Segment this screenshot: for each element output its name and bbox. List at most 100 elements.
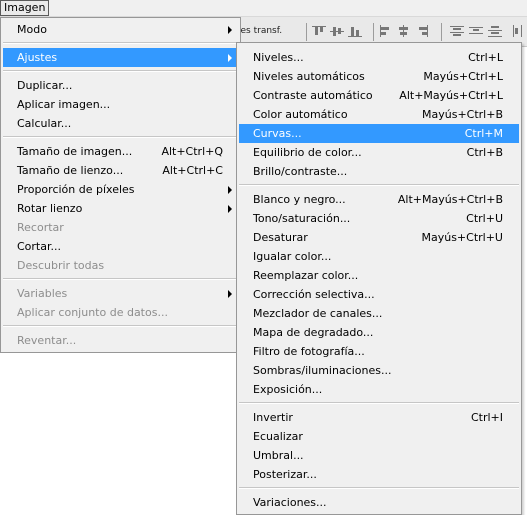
menu-item-label: Recortar	[17, 221, 64, 234]
menu-item-label: Ajustes	[17, 51, 58, 64]
align-horizontal-center-icon[interactable]	[397, 25, 411, 37]
menu-separator	[239, 184, 519, 186]
menu-item-filtro-de-fotografia[interactable]: Filtro de fotografía...	[239, 342, 519, 361]
menu-item-label: Desaturar	[253, 231, 308, 244]
align-bottom-icon[interactable]	[348, 25, 362, 37]
menu-item-ajustes[interactable]: Ajustes	[3, 48, 238, 67]
menu-item-shortcut: Ctrl+B	[466, 146, 503, 159]
distribute-left-icon[interactable]	[512, 25, 526, 37]
toolbar-separator	[373, 23, 374, 41]
distribute-top-icon[interactable]	[450, 25, 464, 37]
menu-item-label: Posterizar...	[253, 468, 317, 481]
submenu-arrow-icon	[228, 54, 232, 62]
menu-item-contraste-automatico[interactable]: Contraste automático Alt+Mayús+Ctrl+L	[239, 86, 519, 105]
menu-item-curvas[interactable]: Curvas... Ctrl+M	[239, 124, 519, 143]
menu-item-label: Aplicar conjunto de datos...	[17, 306, 168, 319]
menu-separator	[3, 42, 238, 44]
menu-item-igualar-color[interactable]: Igualar color...	[239, 247, 519, 266]
menu-item-label: Umbral...	[253, 449, 304, 462]
menu-item-label: Aplicar imagen...	[17, 98, 111, 111]
menu-item-label: Equilibrio de color...	[253, 146, 362, 159]
menu-item-variaciones[interactable]: Variaciones...	[239, 493, 519, 512]
menu-item-reemplazar-color[interactable]: Reemplazar color...	[239, 266, 519, 285]
menu-item-mezclador-de-canales[interactable]: Mezclador de canales...	[239, 304, 519, 323]
menu-item-label: Reemplazar color...	[253, 269, 359, 282]
distribute-bottom-icon[interactable]	[488, 25, 502, 37]
menu-item-label: Proporción de píxeles	[17, 183, 135, 196]
menu-item-aplicar-imagen[interactable]: Aplicar imagen...	[3, 95, 238, 114]
submenu-arrow-icon	[228, 186, 232, 194]
transform-label[interactable]: les transf.	[238, 26, 282, 36]
menu-item-label: Duplicar...	[17, 79, 73, 92]
menu-item-label: Reventar...	[17, 334, 77, 347]
menu-item-ecualizar[interactable]: Ecualizar	[239, 427, 519, 446]
align-left-icon[interactable]	[379, 25, 393, 37]
menu-item-equilibrio-de-color[interactable]: Equilibrio de color... Ctrl+B	[239, 143, 519, 162]
toolbar-separator	[441, 23, 442, 41]
menu-item-brillo-contraste[interactable]: Brillo/contraste...	[239, 162, 519, 181]
menu-item-label: Descubrir todas	[17, 259, 105, 272]
menu-item-niveles-automaticos[interactable]: Niveles automáticos Mayús+Ctrl+L	[239, 67, 519, 86]
distribute-center-icon[interactable]	[469, 25, 483, 37]
menu-item-shortcut: Alt+Ctrl+C	[162, 164, 223, 177]
menu-item-label: Invertir	[253, 411, 293, 424]
menu-item-label: Mapa de degradado...	[253, 326, 374, 339]
menu-item-modo[interactable]: Modo	[3, 20, 238, 39]
imagen-menu: Modo Ajustes Duplicar... Aplicar imagen... C…	[0, 17, 241, 353]
align-right-icon[interactable]	[415, 25, 429, 37]
menu-imagen[interactable]: Imagen	[0, 0, 50, 16]
submenu-arrow-icon	[228, 290, 232, 298]
align-vertical-center-icon[interactable]	[330, 25, 344, 37]
menu-item-invertir[interactable]: Invertir Ctrl+I	[239, 408, 519, 427]
menu-item-label: Curvas...	[253, 127, 302, 140]
menu-item-tamano-de-imagen[interactable]: Tamaño de imagen... Alt+Ctrl+Q	[3, 142, 238, 161]
menu-separator	[239, 402, 519, 404]
menu-item-aplicar-conjunto-de-datos: Aplicar conjunto de datos...	[3, 303, 238, 322]
menu-item-shortcut: Ctrl+I	[470, 411, 503, 424]
menu-item-label: Sombras/iluminaciones...	[253, 364, 392, 377]
menu-item-label: Cortar...	[17, 240, 61, 253]
menu-item-label: Corrección selectiva...	[253, 288, 375, 301]
menu-item-label: Igualar color...	[253, 250, 332, 263]
menu-item-sombras-iluminaciones[interactable]: Sombras/iluminaciones...	[239, 361, 519, 380]
align-top-icon[interactable]	[312, 25, 326, 37]
menu-item-shortcut: Ctrl+L	[468, 51, 503, 64]
menu-item-cortar[interactable]: Cortar...	[3, 237, 238, 256]
menu-item-correccion-selectiva[interactable]: Corrección selectiva...	[239, 285, 519, 304]
menu-item-exposicion[interactable]: Exposición...	[239, 380, 519, 399]
menu-item-rotar-lienzo[interactable]: Rotar lienzo	[3, 199, 238, 218]
menu-item-label: Brillo/contraste...	[253, 165, 348, 178]
menu-item-mapa-de-degradado[interactable]: Mapa de degradado...	[239, 323, 519, 342]
menu-separator	[3, 325, 238, 327]
menu-item-tono-saturacion[interactable]: Tono/saturación... Ctrl+U	[239, 209, 519, 228]
menu-item-reventar: Reventar...	[3, 331, 238, 350]
menu-item-label: Exposición...	[253, 383, 323, 396]
menu-item-duplicar[interactable]: Duplicar...	[3, 76, 238, 95]
submenu-arrow-icon	[228, 205, 232, 213]
menu-item-label: Calcular...	[17, 117, 72, 130]
menu-item-label: Tono/saturación...	[253, 212, 351, 225]
menu-item-blanco-y-negro[interactable]: Blanco y negro... Alt+Mayús+Ctrl+B	[239, 190, 519, 209]
menu-item-label: Modo	[17, 23, 47, 36]
menu-item-niveles[interactable]: Niveles... Ctrl+L	[239, 48, 519, 67]
menu-item-label: Variables	[17, 287, 68, 300]
menu-item-umbral[interactable]: Umbral...	[239, 446, 519, 465]
menu-item-label: Contraste automático	[253, 89, 373, 102]
menu-item-variables: Variables	[3, 284, 238, 303]
menu-separator	[3, 136, 238, 138]
menu-item-label: Tamaño de imagen...	[17, 145, 133, 158]
toolbar-separator	[306, 23, 307, 41]
menu-item-shortcut: Alt+Ctrl+Q	[161, 145, 223, 158]
menu-item-calcular[interactable]: Calcular...	[3, 114, 238, 133]
submenu-arrow-icon	[228, 26, 232, 34]
menu-item-tamano-de-lienzo[interactable]: Tamaño de lienzo... Alt+Ctrl+C	[3, 161, 238, 180]
menu-item-shortcut: Alt+Mayús+Ctrl+L	[399, 89, 503, 102]
menu-bar: Imagen	[0, 0, 527, 17]
menu-item-desaturar[interactable]: Desaturar Mayús+Ctrl+U	[239, 228, 519, 247]
menu-item-proporcion-de-pixeles[interactable]: Proporción de píxeles	[3, 180, 238, 199]
ajustes-submenu: Niveles... Ctrl+L Niveles automáticos Mayús…	[236, 42, 522, 515]
menu-item-posterizar[interactable]: Posterizar...	[239, 465, 519, 484]
menu-item-label: Blanco y negro...	[253, 193, 346, 206]
menu-item-color-automatico[interactable]: Color automático Mayús+Ctrl+B	[239, 105, 519, 124]
menu-item-shortcut: Mayús+Ctrl+U	[421, 231, 503, 244]
